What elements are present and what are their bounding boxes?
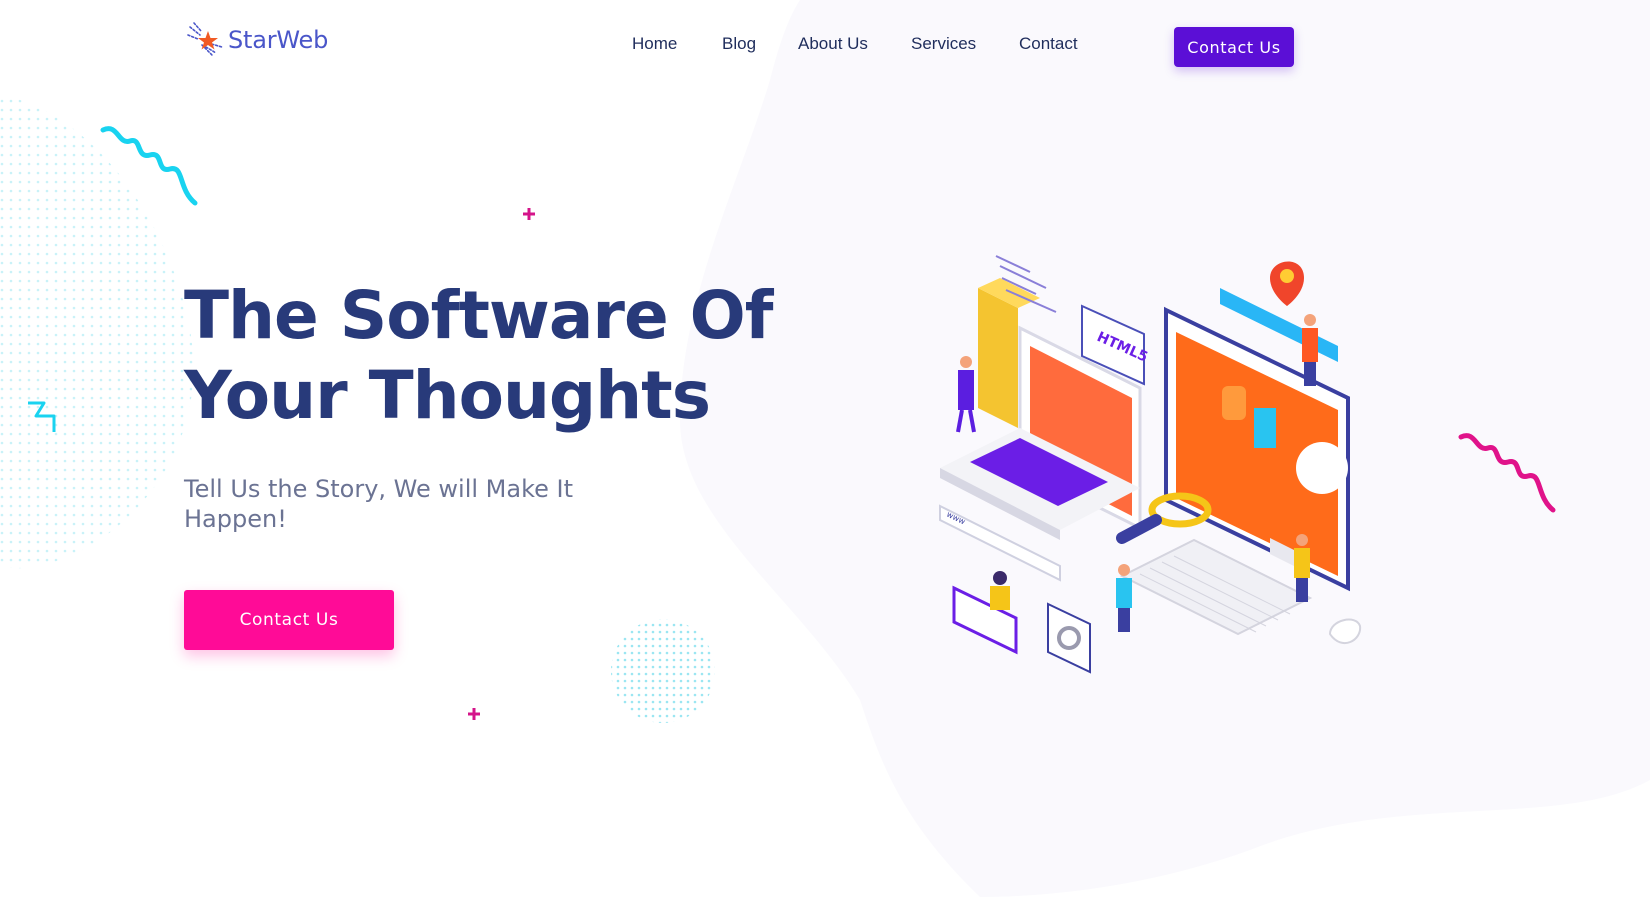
header-contact-button[interactable]: Contact Us	[1174, 27, 1294, 67]
hero-contact-button[interactable]: Contact Us	[184, 590, 394, 650]
plus-icon	[468, 708, 480, 720]
star-logo-icon	[187, 22, 223, 56]
nav-blog[interactable]: Blog	[722, 34, 756, 54]
nav-contact[interactable]: Contact	[1019, 34, 1078, 54]
cyan-squiggle-top	[100, 126, 198, 206]
gear-icon	[1047, 602, 1091, 674]
hero-title: The Software Of Your Thoughts	[184, 276, 774, 436]
nav-home[interactable]: Home	[632, 34, 677, 54]
mouse-icon	[1328, 618, 1362, 645]
hero-title-line2: Your Thoughts	[184, 357, 711, 434]
nav-about-us[interactable]: About Us	[798, 34, 868, 54]
magenta-squiggle-right	[1458, 433, 1556, 513]
person-figure-icon	[1302, 314, 1318, 386]
hero-subtitle: Tell Us the Story, We will Make It Happe…	[184, 475, 574, 533]
cyan-zigzag-left	[28, 401, 56, 432]
brand-logo[interactable]: StarWeb	[186, 20, 328, 60]
hero-title-line1: The Software Of	[184, 277, 774, 354]
map-pin-icon	[1270, 261, 1304, 306]
brand-name: StarWeb	[228, 26, 329, 54]
person-figure-icon	[990, 571, 1010, 610]
person-figure-icon	[956, 356, 976, 433]
plus-icon	[523, 208, 535, 220]
nav-services[interactable]: Services	[911, 34, 976, 54]
hero-illustration: HTML5 www	[939, 255, 1362, 674]
